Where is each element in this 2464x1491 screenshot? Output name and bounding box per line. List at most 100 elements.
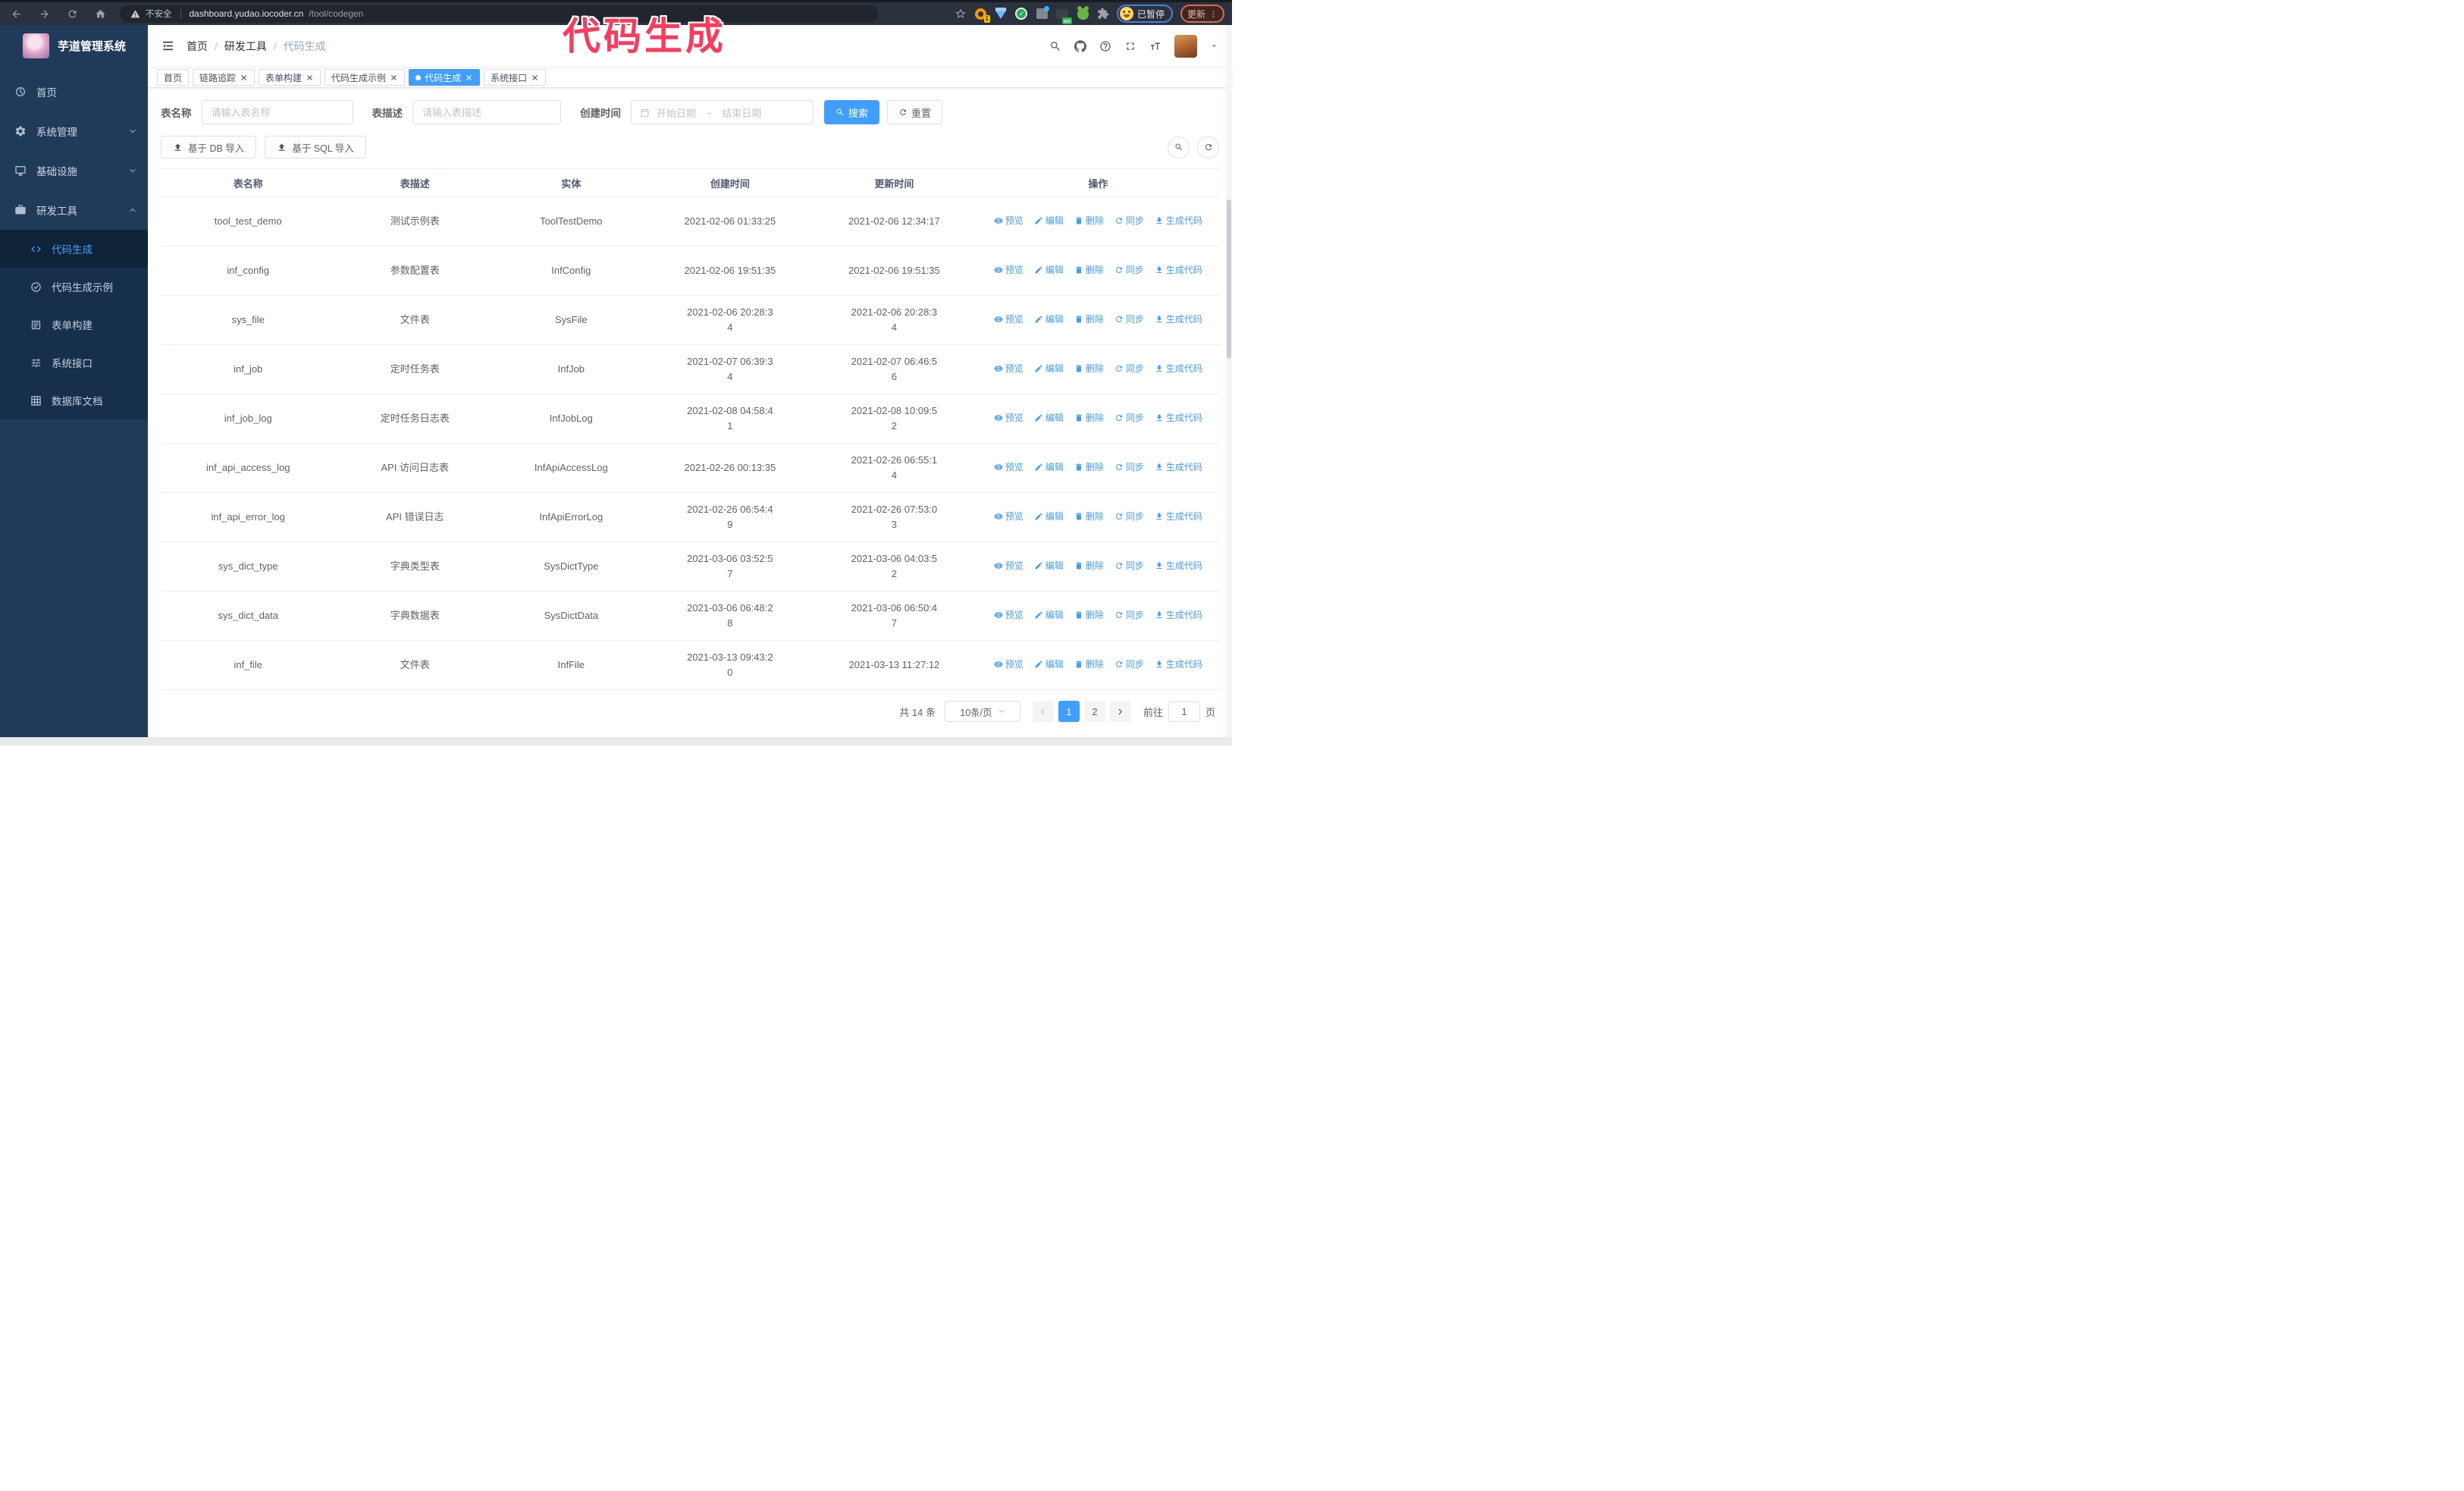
github-icon[interactable] xyxy=(1074,40,1086,52)
preview-link[interactable]: 预览 xyxy=(994,262,1024,278)
delete-link[interactable]: 删除 xyxy=(1074,213,1104,228)
generate-code-link[interactable]: 生成代码 xyxy=(1155,213,1202,228)
edit-link[interactable]: 编辑 xyxy=(1034,262,1064,278)
edit-link[interactable]: 编辑 xyxy=(1034,509,1064,524)
chrome-update-button[interactable]: 更新 xyxy=(1180,5,1224,23)
generate-code-link[interactable]: 生成代码 xyxy=(1155,657,1202,672)
start-date-placeholder[interactable]: 开始日期 xyxy=(657,105,696,120)
preview-link[interactable]: 预览 xyxy=(994,312,1024,327)
generate-code-link[interactable]: 生成代码 xyxy=(1155,558,1202,573)
extension-frog-icon[interactable] xyxy=(1077,5,1089,20)
tag-codegen[interactable]: 代码生成 xyxy=(409,69,481,86)
sidebar-item-infra[interactable]: 基础设施 xyxy=(0,151,148,190)
sidebar-logo-row[interactable]: 芋道管理系统 xyxy=(0,25,148,66)
sidebar-item-db-doc[interactable]: 数据库文档 xyxy=(0,381,148,419)
table-desc-input[interactable] xyxy=(412,100,561,124)
page-size-select[interactable]: 10条/页 xyxy=(944,701,1020,722)
sync-link[interactable]: 同步 xyxy=(1114,262,1144,278)
sync-link[interactable]: 同步 xyxy=(1114,460,1144,475)
tag-trace[interactable]: 链路追踪 xyxy=(193,69,255,86)
delete-link[interactable]: 删除 xyxy=(1074,607,1104,623)
preview-link[interactable]: 预览 xyxy=(994,558,1024,573)
edit-link[interactable]: 编辑 xyxy=(1034,213,1064,228)
generate-code-link[interactable]: 生成代码 xyxy=(1155,361,1202,376)
goto-page-input[interactable] xyxy=(1168,701,1200,722)
sync-link[interactable]: 同步 xyxy=(1114,558,1144,573)
sync-link[interactable]: 同步 xyxy=(1114,213,1144,228)
sidebar-item-system-api[interactable]: 系统接口 xyxy=(0,344,148,381)
preview-link[interactable]: 预览 xyxy=(994,213,1024,228)
fullscreen-icon[interactable] xyxy=(1124,40,1136,52)
generate-code-link[interactable]: 生成代码 xyxy=(1155,410,1202,425)
sidebar-item-codegen[interactable]: 代码生成 xyxy=(0,230,148,268)
preview-link[interactable]: 预览 xyxy=(994,657,1024,672)
delete-link[interactable]: 删除 xyxy=(1074,460,1104,475)
preview-link[interactable]: 预览 xyxy=(994,460,1024,475)
edit-link[interactable]: 编辑 xyxy=(1034,607,1064,623)
import-db-button[interactable]: 基于 DB 导入 xyxy=(161,136,257,159)
extension-slider-icon[interactable] xyxy=(1036,6,1049,20)
sidebar-item-form-builder[interactable]: 表单构建 xyxy=(0,306,148,344)
address-bar[interactable]: 不安全 dashboard.yudao.iocoder.cn/tool/code… xyxy=(120,5,878,23)
sync-link[interactable]: 同步 xyxy=(1114,361,1144,376)
close-icon[interactable] xyxy=(465,74,473,82)
toggle-search-button[interactable] xyxy=(1168,136,1190,159)
page-button-1[interactable]: 1 xyxy=(1058,701,1080,722)
back-icon[interactable] xyxy=(11,8,22,20)
page-scrollbar[interactable] xyxy=(1226,25,1232,737)
tag-codegen-example[interactable]: 代码生成示例 xyxy=(324,69,406,86)
sidebar-item-system[interactable]: 系统管理 xyxy=(0,111,148,151)
edit-link[interactable]: 编辑 xyxy=(1034,361,1064,376)
search-icon[interactable] xyxy=(1049,40,1061,52)
page-button-2[interactable]: 2 xyxy=(1083,701,1105,722)
delete-link[interactable]: 删除 xyxy=(1074,361,1104,376)
generate-code-link[interactable]: 生成代码 xyxy=(1155,312,1202,327)
close-icon[interactable] xyxy=(306,74,314,82)
user-menu-caret-icon[interactable] xyxy=(1210,42,1218,50)
sync-link[interactable]: 同步 xyxy=(1114,312,1144,327)
breadcrumb-devtools[interactable]: 研发工具 xyxy=(224,39,267,54)
preview-link[interactable]: 预览 xyxy=(994,410,1024,425)
delete-link[interactable]: 删除 xyxy=(1074,410,1104,425)
reset-button[interactable]: 重置 xyxy=(887,100,943,124)
close-icon[interactable] xyxy=(240,74,248,82)
delete-link[interactable]: 删除 xyxy=(1074,509,1104,524)
edit-link[interactable]: 编辑 xyxy=(1034,657,1064,672)
sync-link[interactable]: 同步 xyxy=(1114,607,1144,623)
bookmark-star-icon[interactable] xyxy=(955,8,967,20)
date-range-picker[interactable]: 开始日期 - 结束日期 xyxy=(631,100,813,124)
preview-link[interactable]: 预览 xyxy=(994,509,1024,524)
close-icon[interactable] xyxy=(390,74,398,82)
refresh-table-button[interactable] xyxy=(1197,136,1219,159)
tag-home[interactable]: 首页 xyxy=(157,69,190,86)
sidebar-item-codegen-example[interactable]: 代码生成示例 xyxy=(0,268,148,306)
extension-dark-box-icon[interactable]: on xyxy=(1056,8,1072,24)
profile-paused-badge[interactable]: 已暂停 xyxy=(1116,5,1173,23)
extensions-puzzle-icon[interactable] xyxy=(1097,8,1109,20)
font-size-icon[interactable] xyxy=(1149,40,1161,52)
sidebar-fold-icon[interactable] xyxy=(161,39,174,52)
delete-link[interactable]: 删除 xyxy=(1074,657,1104,672)
search-button[interactable]: 搜索 xyxy=(824,100,880,124)
close-icon[interactable] xyxy=(531,74,539,82)
help-icon[interactable] xyxy=(1099,40,1111,52)
extension-orange-icon[interactable]: 1 xyxy=(974,8,990,23)
extension-gem-icon[interactable] xyxy=(995,8,1008,20)
sync-link[interactable]: 同步 xyxy=(1114,410,1144,425)
edit-link[interactable]: 编辑 xyxy=(1034,558,1064,573)
delete-link[interactable]: 删除 xyxy=(1074,312,1104,327)
sync-link[interactable]: 同步 xyxy=(1114,657,1144,672)
generate-code-link[interactable]: 生成代码 xyxy=(1155,460,1202,475)
sidebar-item-home[interactable]: 首页 xyxy=(0,72,148,111)
delete-link[interactable]: 删除 xyxy=(1074,558,1104,573)
table-name-input[interactable] xyxy=(201,100,353,124)
reload-icon[interactable] xyxy=(67,8,78,20)
import-sql-button[interactable]: 基于 SQL 导入 xyxy=(265,136,366,159)
generate-code-link[interactable]: 生成代码 xyxy=(1155,262,1202,278)
breadcrumb-home[interactable]: 首页 xyxy=(187,39,208,54)
home-icon[interactable] xyxy=(95,8,106,20)
sidebar-item-devtools[interactable]: 研发工具 xyxy=(0,190,148,230)
kebab-menu-icon[interactable] xyxy=(1209,10,1218,18)
tag-system-api[interactable]: 系统接口 xyxy=(484,69,547,86)
delete-link[interactable]: 删除 xyxy=(1074,262,1104,278)
